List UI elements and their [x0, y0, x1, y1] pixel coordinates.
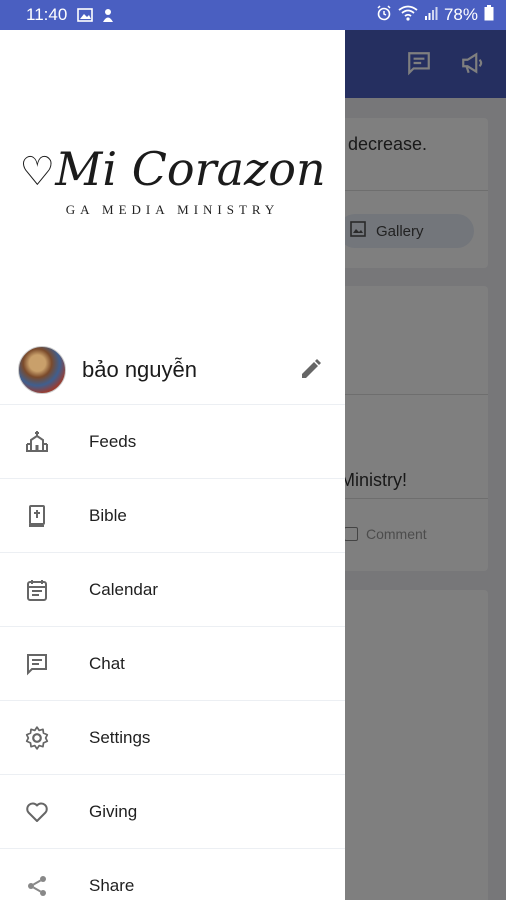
- settings-icon: [20, 725, 54, 751]
- share-icon: [20, 874, 54, 898]
- chat-icon: [20, 652, 54, 676]
- menu-item-share[interactable]: Share: [0, 848, 345, 900]
- avatar[interactable]: [18, 346, 66, 394]
- navigation-drawer: ♡Mi Corazon GA MEDIA MINISTRY bảo nguyễn…: [0, 30, 345, 900]
- menu-item-giving[interactable]: Giving: [0, 774, 345, 848]
- menu-item-label: Feeds: [89, 431, 137, 451]
- logo-title-text: Mi Corazon: [55, 142, 326, 196]
- calendar-icon: [20, 578, 54, 602]
- heart-logo-icon: ♡: [19, 149, 56, 195]
- menu-item-bible[interactable]: Bible: [0, 478, 345, 552]
- heart-icon: [20, 800, 54, 824]
- menu-item-calendar[interactable]: Calendar: [0, 552, 345, 626]
- menu-item-label: Giving: [89, 801, 138, 821]
- image-icon: [77, 8, 94, 22]
- notification-app-icon: [101, 7, 115, 23]
- battery-icon: [484, 4, 494, 26]
- menu-item-label: Share: [89, 875, 135, 895]
- app-logo: ♡Mi Corazon GA MEDIA MINISTRY: [0, 142, 345, 218]
- signal-icon: [424, 5, 438, 25]
- logo-title: ♡Mi Corazon: [0, 142, 345, 196]
- menu-item-label: Settings: [89, 727, 151, 747]
- bible-icon: [20, 504, 54, 528]
- wifi-icon: [398, 5, 418, 26]
- status-time: 11:40: [26, 5, 68, 24]
- logo-subtitle: GA MEDIA MINISTRY: [65, 202, 280, 217]
- menu-item-chat[interactable]: Chat: [0, 626, 345, 700]
- menu-item-settings[interactable]: Settings: [0, 700, 345, 774]
- alarm-icon: [376, 4, 392, 26]
- church-icon: [20, 430, 54, 454]
- drawer-menu: Feeds Bible Calendar Chat Settings Givin…: [0, 404, 345, 900]
- battery-percent: 78%: [443, 5, 478, 24]
- menu-item-label: Calendar: [89, 579, 158, 599]
- status-right: 78%: [376, 4, 494, 26]
- edit-icon[interactable]: [299, 357, 323, 386]
- menu-item-feeds[interactable]: Feeds: [0, 404, 345, 478]
- menu-item-label: Chat: [89, 653, 125, 673]
- menu-item-label: Bible: [89, 505, 127, 525]
- user-name: bảo nguyễn: [82, 357, 197, 382]
- status-bar: 11:40 78%: [0, 0, 506, 30]
- user-profile[interactable]: bảo nguyễn: [0, 335, 345, 405]
- screen: 11:40 78% ♡Mi Corazon GA MEDIA MINISTRY …: [0, 0, 506, 900]
